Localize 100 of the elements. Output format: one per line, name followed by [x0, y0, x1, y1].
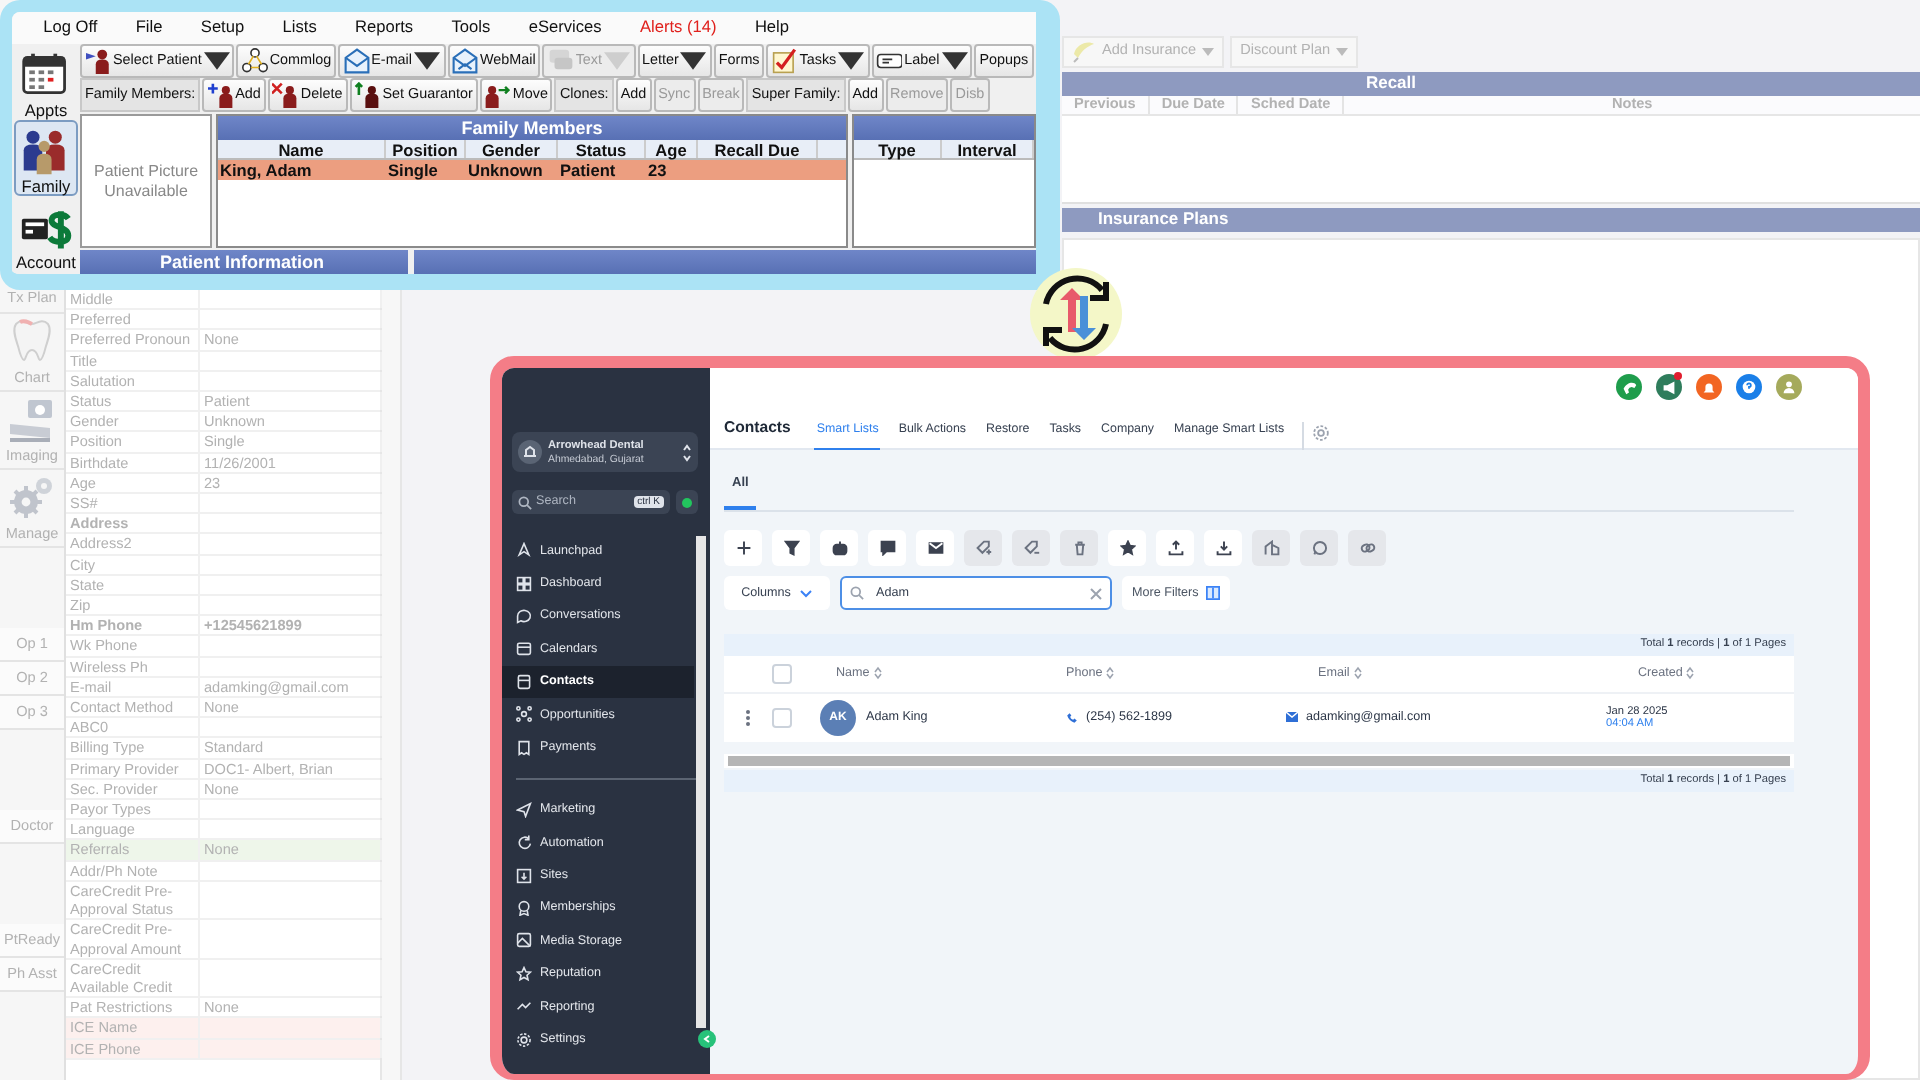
calendar-icon [516, 640, 532, 657]
column-header: Age [646, 140, 698, 158]
column-header: Interval [942, 140, 1034, 158]
module-button[interactable]: Account [14, 196, 78, 272]
checkbox[interactable] [772, 708, 792, 728]
chat-icon [516, 607, 532, 624]
star-icon [1119, 540, 1135, 556]
up-arrow-person-icon [354, 82, 381, 108]
header-icon-button[interactable] [1696, 374, 1722, 400]
toolbar-button[interactable] [724, 530, 762, 566]
delete-person-icon [272, 82, 299, 108]
menu-item[interactable]: Reports [335, 18, 433, 38]
toolbar-button[interactable] [1108, 530, 1146, 566]
menu-item[interactable]: Lists [263, 18, 336, 38]
caret-icon [838, 48, 865, 74]
grid-cell-text: King, Adam [218, 160, 314, 180]
robot-icon [831, 540, 847, 556]
web-page-icon [516, 867, 532, 884]
menu-item[interactable]: Log Off [24, 18, 117, 38]
bell-icon [1700, 378, 1718, 396]
grid-title: Family Members [461, 118, 603, 138]
header-icon-button[interactable] [1616, 374, 1642, 400]
search-icon [518, 495, 532, 509]
grid-row[interactable]: King, Adam Single Unknown Patient 23 [218, 160, 846, 180]
download-icon [1215, 540, 1231, 556]
envelope-icon [452, 48, 478, 74]
toolbar-button[interactable] [1204, 530, 1242, 566]
caret-icon [604, 48, 631, 74]
tag-minus-icon [1023, 540, 1039, 556]
search-icon [850, 586, 864, 600]
upload-icon [1167, 540, 1183, 556]
trend-icon [516, 998, 532, 1015]
menu-item[interactable]: File [116, 18, 182, 38]
column-header: Type [854, 140, 942, 158]
sort-icon [1353, 666, 1362, 681]
collapse-button[interactable] [698, 1030, 716, 1048]
grid-cell-text: Patient [558, 160, 618, 180]
caret-icon [1202, 47, 1215, 55]
chevrons-icon [682, 443, 692, 461]
settings-icon [1312, 423, 1331, 441]
caret-icon [680, 48, 707, 74]
checkbox[interactable] [772, 664, 792, 684]
grid-cell-text: Unknown [466, 160, 545, 180]
patient-icon [85, 48, 111, 74]
panel-title: Patient Information [160, 252, 325, 272]
umbrella-icon [1072, 39, 1096, 63]
toolbar-button[interactable] [820, 530, 858, 566]
toolbar-button[interactable] [772, 530, 810, 566]
rocket-icon [516, 542, 532, 559]
cycle-icon [516, 834, 532, 851]
chat-icon [879, 540, 895, 556]
chevron-down-icon [800, 589, 813, 597]
star-icon [516, 965, 532, 982]
chat-icon [547, 48, 574, 74]
column-header: Gender [466, 140, 558, 158]
tooth-icon [8, 318, 56, 366]
module-button[interactable]: Family [14, 120, 78, 196]
header-icon-button[interactable] [1656, 374, 1682, 400]
filter-columns-icon [1206, 586, 1221, 600]
trash-icon [1071, 540, 1087, 556]
sort-icon [873, 666, 882, 681]
panel-title: Insurance Plans [1098, 210, 1229, 230]
column-header: Name [218, 140, 386, 158]
grid-cell-text: 23 [646, 160, 669, 180]
grid-cell-text: Single [386, 160, 440, 180]
menu-item[interactable]: Help [735, 18, 809, 38]
menu-item[interactable]: Setup [181, 18, 264, 38]
column-header: Status [558, 140, 646, 158]
scrollbar[interactable] [696, 536, 706, 1028]
link-icon [1359, 540, 1375, 556]
building-icon [518, 440, 542, 464]
column-header: Recall Due [698, 140, 818, 158]
panel-title: Recall [1365, 74, 1417, 94]
caret-icon [941, 48, 968, 74]
scanner-icon [8, 396, 56, 444]
menu-item[interactable]: Tools [432, 18, 510, 38]
gears-icon [8, 474, 56, 522]
send-icon [516, 801, 532, 818]
close-icon[interactable] [1090, 587, 1102, 599]
toolbar-button[interactable] [916, 530, 954, 566]
receipt-icon [516, 739, 532, 756]
header-icon-button[interactable] [1736, 374, 1762, 400]
filter-icon [783, 540, 799, 556]
envelope-icon [927, 540, 943, 556]
plus-icon [735, 540, 751, 556]
image-icon [516, 932, 532, 949]
module-button[interactable]: Appts [14, 44, 78, 120]
user-icon [1780, 378, 1798, 396]
horizontal-scrollbar[interactable] [724, 754, 1794, 768]
scrollbar[interactable] [382, 290, 402, 1080]
menu-item[interactable]: eServices [509, 18, 621, 38]
menu-item[interactable]: Alerts (14) [620, 18, 736, 38]
toolbar-button[interactable] [1156, 530, 1194, 566]
header-icon-button[interactable] [1776, 374, 1802, 400]
status-button[interactable] [676, 490, 698, 514]
sort-icon [1686, 666, 1695, 681]
phone-icon [1066, 711, 1078, 724]
contact-card-icon [516, 673, 532, 690]
caret-icon [203, 48, 230, 74]
toolbar-button[interactable] [868, 530, 906, 566]
